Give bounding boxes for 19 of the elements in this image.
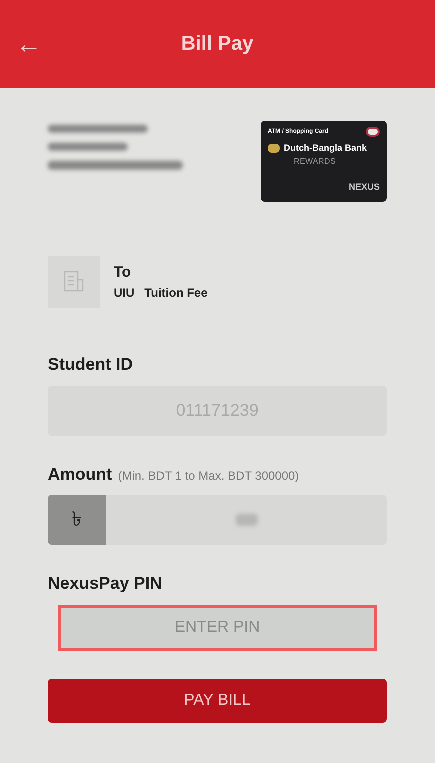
field-label: Amount [48, 464, 112, 486]
blurred-amount [236, 514, 258, 526]
recipient-label: To [114, 262, 132, 283]
back-button[interactable]: ← [16, 31, 42, 57]
currency-label: ৳ [48, 495, 106, 545]
amount-field[interactable]: ৳ [48, 495, 387, 545]
pin-field[interactable]: ENTER PIN [58, 604, 377, 650]
pay-bill-button[interactable]: PAY BILL [48, 678, 387, 722]
amount-hint: (Min. BDT 1 to Max. BDT 300000) [118, 468, 300, 484]
card-chip-icon [268, 144, 280, 154]
bank-name: Dutch-Bangla Bank [284, 142, 368, 155]
field-label: NexusPay PIN [48, 573, 162, 595]
page-title: Bill Pay [181, 32, 254, 57]
card-program: REWARDS [294, 156, 337, 168]
field-label: Student ID [48, 354, 133, 376]
card-brand: NEXUS [348, 180, 380, 194]
card-logo-icon [366, 127, 380, 137]
recipient-name: UIU_ Tuition Fee [114, 285, 208, 302]
bill-icon [48, 256, 100, 308]
